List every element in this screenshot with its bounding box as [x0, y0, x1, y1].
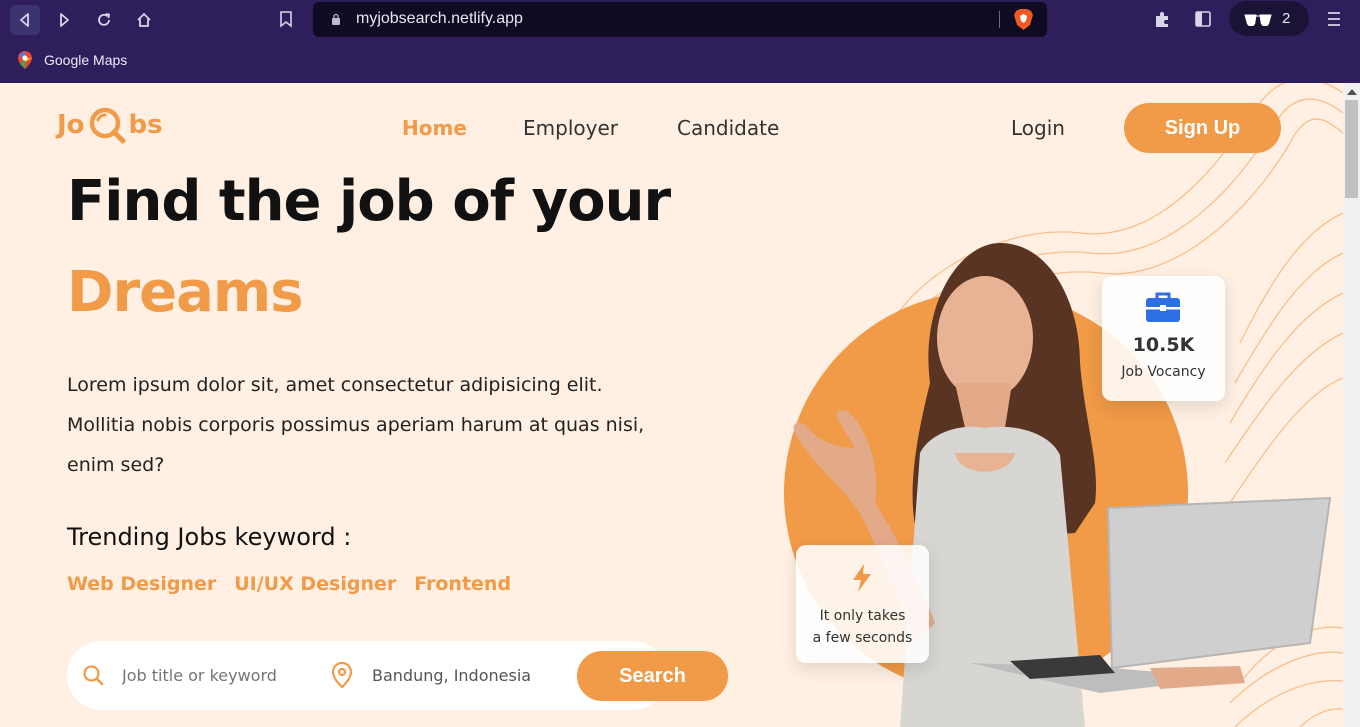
back-button[interactable] [10, 5, 40, 35]
bookmark-google-maps[interactable]: Google Maps [16, 50, 127, 70]
vacancy-count: 10.5K [1132, 334, 1195, 356]
location-input[interactable] [372, 657, 562, 693]
scroll-up-arrow-icon[interactable] [1347, 89, 1357, 95]
keyword-input[interactable] [122, 657, 312, 693]
lightning-icon [853, 564, 871, 592]
sign-up-button[interactable]: Sign Up [1124, 103, 1281, 153]
scroll-thumb[interactable] [1345, 100, 1358, 198]
home-icon [137, 12, 151, 27]
url-separator [999, 11, 1000, 28]
address-bar[interactable]: myjobsearch.netlify.app [313, 2, 1047, 37]
trending-keyword[interactable]: Frontend [414, 573, 511, 595]
forward-icon [60, 13, 69, 27]
url-text: myjobsearch.netlify.app [356, 10, 523, 27]
jobs-logo[interactable]: Jo bs [57, 105, 163, 145]
search-icon [83, 665, 104, 686]
google-maps-icon [18, 51, 32, 69]
extensions-icon[interactable] [1152, 9, 1172, 29]
private-glasses-icon [1244, 14, 1272, 26]
bookmark-label: Google Maps [44, 52, 128, 68]
bookmarks-bar: Google Maps [0, 40, 1360, 83]
private-windows-button[interactable]: 2 [1229, 1, 1309, 36]
trending-keyword[interactable]: UI/UX Designer [234, 573, 396, 595]
trending-keyword[interactable]: Web Designer [67, 573, 216, 595]
reload-button[interactable] [89, 5, 119, 35]
hero-title-highlight: Dreams [67, 260, 304, 325]
page-scrollbar[interactable] [1343, 83, 1360, 727]
browser-chrome: myjobsearch.netlify.app 2 Google Maps [0, 0, 1360, 83]
reload-icon [98, 13, 111, 26]
nav-home[interactable]: Home [402, 116, 467, 140]
logo-text-left: Jo [57, 110, 85, 140]
browser-toolbar: myjobsearch.netlify.app 2 [0, 0, 1360, 40]
trending-keywords: Web Designer UI/UX Designer Frontend [67, 573, 511, 595]
web-page: Jo bs Home Employer Candidate Login Sign… [0, 83, 1343, 727]
logo-text-right: bs [128, 110, 163, 140]
hero-title: Find the job of your [67, 169, 671, 234]
bookmark-icon[interactable] [276, 9, 296, 29]
nav-candidate[interactable]: Candidate [677, 116, 779, 140]
nav-employer[interactable]: Employer [523, 116, 618, 140]
menu-icon[interactable] [1325, 9, 1343, 29]
hero-description: Lorem ipsum dolor sit, amet consectetur … [67, 374, 645, 476]
sidebar-icon[interactable] [1193, 9, 1213, 29]
lock-icon [332, 13, 340, 25]
magnifier-logo-icon [89, 107, 126, 144]
vacancy-label: Job Vocancy [1121, 364, 1206, 380]
back-icon [20, 13, 29, 27]
search-button[interactable]: Search [577, 651, 728, 701]
speed-card: It only takes a few seconds [796, 545, 929, 663]
forward-button[interactable] [49, 5, 79, 35]
speed-label: It only takes a few seconds [812, 608, 913, 646]
home-button[interactable] [129, 5, 159, 35]
private-window-count: 2 [1282, 10, 1291, 27]
job-vacancy-card: 10.5K Job Vocancy [1102, 276, 1225, 401]
trending-title: Trending Jobs keyword : [67, 523, 352, 551]
brave-shield-icon[interactable] [1013, 8, 1034, 31]
briefcase-icon [1146, 292, 1180, 322]
location-pin-icon [331, 661, 353, 689]
login-link[interactable]: Login [1011, 116, 1065, 140]
